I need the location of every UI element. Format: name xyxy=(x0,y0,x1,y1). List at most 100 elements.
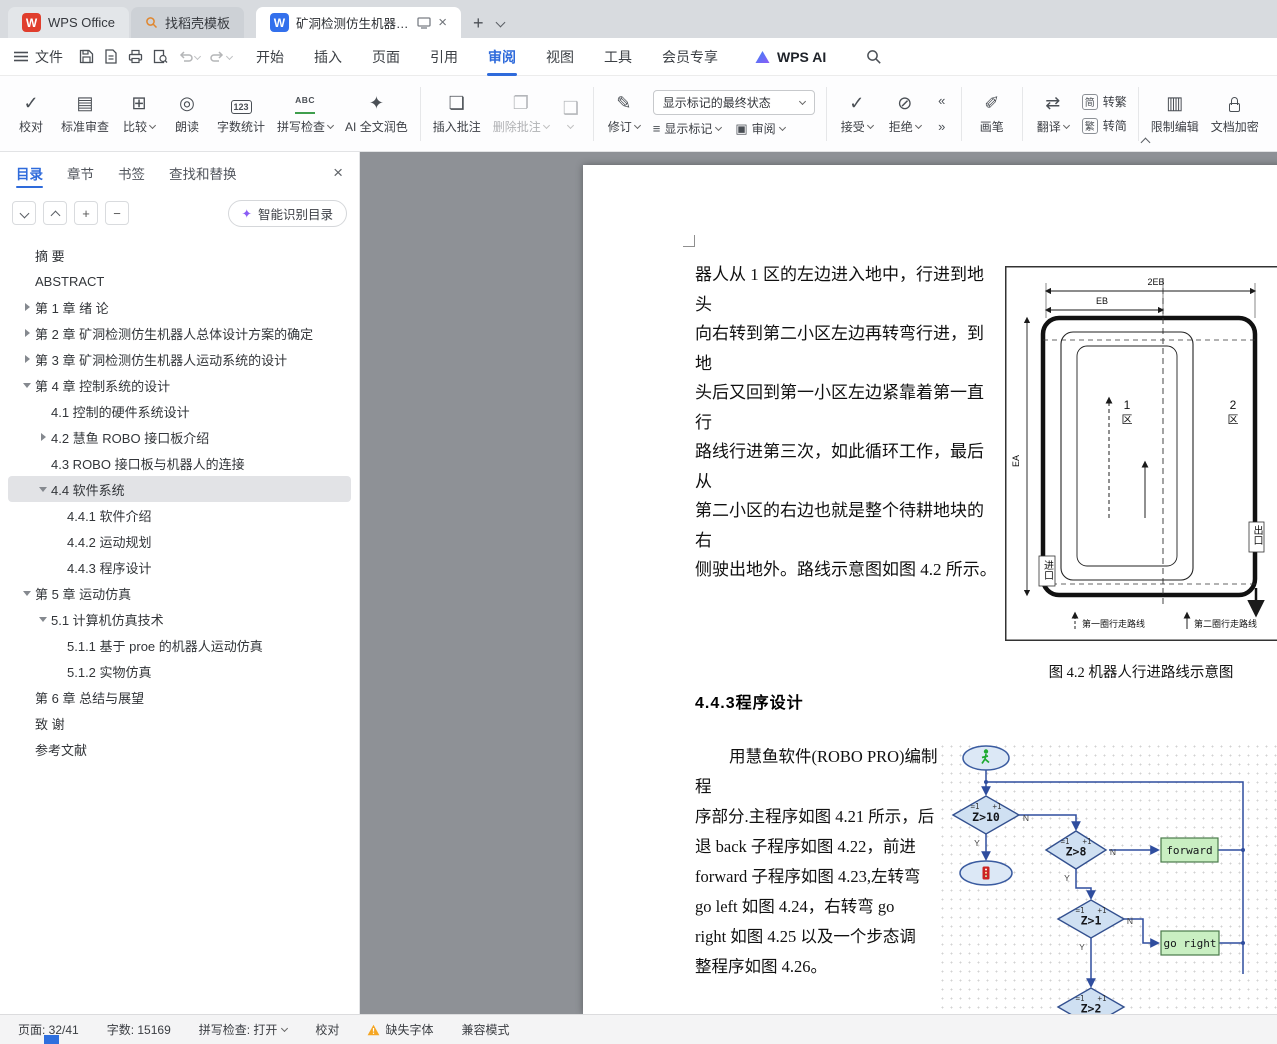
chevron-right-icon[interactable] xyxy=(40,433,46,441)
compatibility-mode-indicator[interactable]: 兼容模式 xyxy=(461,1021,509,1038)
print-preview-button[interactable] xyxy=(153,49,168,64)
print-button[interactable] xyxy=(128,49,143,64)
toc-item-acknowledgement[interactable]: 致 谢 xyxy=(8,710,351,736)
proofread-status[interactable]: 校对 xyxy=(315,1021,339,1038)
tab-insert[interactable]: 插入 xyxy=(312,38,344,76)
pane-tab-bookmarks[interactable]: 书签 xyxy=(118,152,145,194)
proofread-button[interactable]: ✓ 校对 xyxy=(8,82,54,146)
zoom-out-outline-button[interactable]: − xyxy=(105,201,129,225)
show-markup-button[interactable]: ≡ 显示标记 xyxy=(653,120,723,137)
chevron-right-icon[interactable] xyxy=(24,355,30,363)
word-count-button[interactable]: 123 字数统计 xyxy=(212,82,270,146)
tab-page[interactable]: 页面 xyxy=(370,38,402,76)
toc-item-references[interactable]: 参考文献 xyxy=(8,736,351,762)
document-page[interactable]: 器人从 1 区的左边进入地中，行进到地头 向右转到第二小区左边再转弯行进，到地 … xyxy=(583,165,1277,1014)
chevron-down-icon[interactable] xyxy=(23,382,31,388)
toc-item-ch2[interactable]: 第 2 章 矿洞检测仿生机器人总体设计方案的确定 xyxy=(8,320,351,346)
zoom-in-outline-button[interactable]: + xyxy=(74,201,98,225)
wps-ai-button[interactable]: WPS AI xyxy=(754,49,826,65)
next-change-button[interactable]: » xyxy=(932,117,952,137)
export-pdf-button[interactable] xyxy=(104,49,118,64)
reviewing-pane-button[interactable]: ▣ 审阅 xyxy=(735,120,786,137)
toc-item-5-1[interactable]: 5.1 计算机仿真技术 xyxy=(8,606,351,632)
expand-all-button[interactable] xyxy=(12,201,36,225)
read-aloud-button[interactable]: ◎ 朗读 xyxy=(164,82,210,146)
word-count-indicator[interactable]: 字数: 15169 xyxy=(107,1021,171,1038)
comment-options-button[interactable]: ❑ xyxy=(556,82,586,146)
pane-tab-find-replace[interactable]: 查找和替换 xyxy=(169,152,237,194)
toc-item-4-2[interactable]: 4.2 慧鱼 ROBO 接口板介绍 xyxy=(8,424,351,450)
chevron-down-icon[interactable] xyxy=(39,486,47,492)
standard-review-button[interactable]: ▤ 标准审查 xyxy=(56,82,114,146)
delete-comment-button[interactable]: ❐ 删除批注 xyxy=(488,82,554,146)
tab-tools[interactable]: 工具 xyxy=(602,38,634,76)
docer-template-tab[interactable]: 找稻壳模板 xyxy=(130,7,244,38)
document-tab[interactable]: W 矿洞检测仿生机器人设计 毕业 × xyxy=(255,7,461,38)
tab-home[interactable]: 开始 xyxy=(254,38,286,76)
tab-review[interactable]: 审阅 xyxy=(486,38,518,76)
insert-comment-button[interactable]: ❏ 插入批注 xyxy=(428,82,486,146)
missing-font-warning[interactable]: 缺失字体 xyxy=(367,1021,433,1038)
robo-pro-flowchart[interactable]: =1 +1 Z>10 Y N =1 +1 Z>8 Y N forward =1 … xyxy=(938,742,1277,1014)
previous-change-button[interactable]: « xyxy=(932,91,952,111)
search-icon[interactable] xyxy=(866,49,882,65)
restrict-editing-button[interactable]: ▥ 限制编辑 xyxy=(1146,82,1204,146)
markup-state-select[interactable]: 显示标记的最终状态 xyxy=(652,90,815,115)
chevron-down-icon[interactable] xyxy=(39,616,47,622)
file-menu-button[interactable]: 文件 xyxy=(14,47,63,67)
collapse-all-button[interactable] xyxy=(43,201,67,225)
pane-tab-chapters[interactable]: 章节 xyxy=(67,152,94,194)
new-tab-button[interactable]: + xyxy=(473,8,484,38)
toc-item-ch6[interactable]: 第 6 章 总结与展望 xyxy=(8,684,351,710)
ai-polish-button[interactable]: ✦ AI 全文润色 xyxy=(340,82,413,146)
spell-check-status[interactable]: 拼写检查: 打开 xyxy=(199,1021,289,1038)
undo-menu-chevron-icon[interactable] xyxy=(193,52,202,61)
tab-reference[interactable]: 引用 xyxy=(428,38,460,76)
reject-button[interactable]: ⊘ 拒绝 xyxy=(882,82,928,146)
tab-membership[interactable]: 会员专享 xyxy=(660,38,720,76)
toc-item-5-1-2[interactable]: 5.1.2 实物仿真 xyxy=(8,658,351,684)
toc-item-4-4-2[interactable]: 4.4.2 运动规划 xyxy=(8,528,351,554)
compare-button[interactable]: ⊞ 比较 xyxy=(116,82,162,146)
ink-pen-button[interactable]: ✐ 画笔 xyxy=(969,82,1015,146)
toc-item-4-4-3[interactable]: 4.4.3 程序设计 xyxy=(8,554,351,580)
translate-button[interactable]: ⇄ 翻译 xyxy=(1030,82,1076,146)
toc-item-abstract-cn[interactable]: 摘 要 xyxy=(8,242,351,268)
screen-share-icon[interactable] xyxy=(417,16,431,29)
toc-item-4-4-1[interactable]: 4.4.1 软件介绍 xyxy=(8,502,351,528)
chevron-right-icon[interactable] xyxy=(24,303,30,311)
close-document-icon[interactable]: × xyxy=(438,14,447,31)
redo-button[interactable] xyxy=(210,50,234,63)
accept-button[interactable]: ✓ 接受 xyxy=(834,82,880,146)
toc-item-ch4[interactable]: 第 4 章 控制系统的设计 xyxy=(8,372,351,398)
body-paragraph-1[interactable]: 器人从 1 区的左边进入地中，行进到地头 向右转到第二小区左边再转弯行进，到地 … xyxy=(695,260,998,585)
to-traditional-button[interactable]: 简 转繁 xyxy=(1081,93,1127,110)
toc-item-4-3[interactable]: 4.3 ROBO 接口板与机器人的连接 xyxy=(8,450,351,476)
body-paragraph-2[interactable]: 用慧鱼软件(ROBO PRO)编制程 序部分.主程序如图 4.21 所示，后 退… xyxy=(695,742,945,982)
pane-tab-contents[interactable]: 目录 xyxy=(16,152,43,194)
save-button[interactable] xyxy=(79,49,94,64)
toc-item-4-1[interactable]: 4.1 控制的硬件系统设计 xyxy=(8,398,351,424)
section-heading-4-4-3[interactable]: 4.4.3程序设计 xyxy=(695,689,804,713)
tab-view[interactable]: 视图 xyxy=(544,38,576,76)
chevron-right-icon[interactable] xyxy=(24,329,30,337)
tab-list-chevron-icon[interactable] xyxy=(496,17,506,28)
toc-item-ch1[interactable]: 第 1 章 绪 论 xyxy=(8,294,351,320)
redo-menu-chevron-icon[interactable] xyxy=(225,52,234,61)
wps-home-tab[interactable]: W WPS Office xyxy=(8,7,129,38)
encrypt-document-button[interactable]: 文档加密 xyxy=(1206,82,1264,146)
toc-item-4-4-selected[interactable]: 4.4 软件系统 xyxy=(8,476,351,502)
figure-4-2-path-diagram[interactable]: 2EB EB EA 1 区 2 区 进口 出口 第一圈行走路线 第二圈行走路线 xyxy=(1005,266,1277,646)
document-canvas[interactable]: 器人从 1 区的左边进入地中，行进到地头 向右转到第二小区左边再转弯行进，到地 … xyxy=(360,152,1277,1014)
toc-item-ch5[interactable]: 第 5 章 运动仿真 xyxy=(8,580,351,606)
toc-item-ch3[interactable]: 第 3 章 矿洞检测仿生机器人运动系统的设计 xyxy=(8,346,351,372)
smart-toc-button[interactable]: ✦ 智能识别目录 xyxy=(227,199,347,227)
undo-button[interactable] xyxy=(178,50,202,63)
toc-item-abstract-en[interactable]: ABSTRACT xyxy=(8,268,351,294)
to-simplified-button[interactable]: 繁 转简 xyxy=(1081,117,1127,134)
track-changes-button[interactable]: ✎ 修订 xyxy=(601,82,647,146)
close-pane-icon[interactable]: × xyxy=(333,163,343,183)
spell-check-button[interactable]: ABC 拼写检查 xyxy=(272,82,338,146)
toc-item-5-1-1[interactable]: 5.1.1 基于 proe 的机器人运动仿真 xyxy=(8,632,351,658)
chevron-down-icon[interactable] xyxy=(23,590,31,596)
